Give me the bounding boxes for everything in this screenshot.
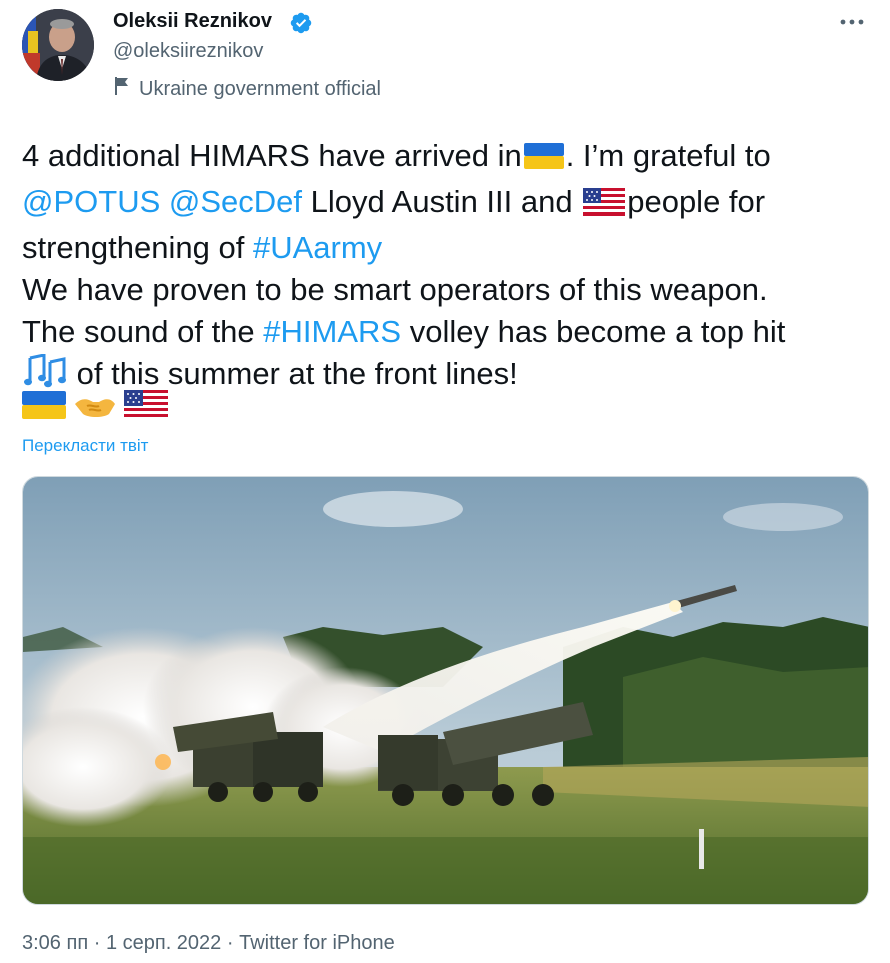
ukraine-flag-icon [22,390,66,425]
tweet-line-1: 4 additional HIMARS have arrived in . I’m… [22,135,882,181]
tweet-text-segment: Lloyd Austin III and [302,184,582,219]
tweet-date[interactable]: 1 серп. 2022 [106,932,221,954]
mention-potus-link[interactable]: @POTUS [22,184,160,219]
verified-badge-icon [289,11,313,35]
usa-flag-icon [583,185,626,227]
hashtag-uaarmy-link[interactable]: #UAarmy [253,230,382,265]
tweet-text-segment: people for [627,184,766,219]
tweet-text: 4 additional HIMARS have arrived in . I’m… [22,135,882,399]
tweet-text-segment: of this summer at the front lines! [68,356,518,391]
tweet-line-3: strengthening of #UAarmy [22,227,882,269]
translate-tweet-link[interactable]: Перекласти твіт [22,436,148,456]
government-label: Ukraine government official [113,77,381,101]
tweet-text-segment: . I’m grateful to [565,138,771,173]
ukraine-flag-icon [523,139,564,181]
separator: · [88,932,106,954]
mention-secdef-link[interactable]: @SecDef [169,184,302,219]
government-label-text: Ukraine government official [139,77,381,100]
tweet-text-segment: volley has become a top hit [401,314,786,349]
tweet-line-2: @POTUS @SecDef Lloyd Austin III and peop… [22,181,882,227]
more-options-icon [840,12,864,30]
handshake-icon [73,390,117,425]
author-handle[interactable]: @oleksiireznikov [113,40,263,63]
emoji-row [22,390,168,425]
tweet-source[interactable]: Twitter for iPhone [239,932,395,954]
tweet-photo[interactable] [22,476,869,905]
hashtag-himars-link[interactable]: #HIMARS [263,314,401,349]
avatar[interactable] [22,9,94,81]
tweet-timestamp: 3:06 пп · 1 серп. 2022 · Twitter for iPh… [22,932,395,955]
tweet-text-segment: 4 additional HIMARS have arrived in [22,138,522,173]
flag-icon [113,76,131,102]
tweet-line-4: We have proven to be smart operators of … [22,272,768,307]
usa-flag-icon [124,390,168,425]
tweet-time[interactable]: 3:06 пп [22,932,88,954]
tweet-line-5: The sound of the #HIMARS volley has beco… [22,311,882,353]
tweet-text-segment: strengthening of [22,230,253,265]
tweet: Oleksii Reznikov @oleksiireznikov Ukrain… [0,0,890,963]
tweet-text-segment: The sound of the [22,314,264,349]
more-options-button[interactable] [834,6,870,36]
author-name[interactable]: Oleksii Reznikov [113,10,272,33]
separator: · [221,932,240,954]
